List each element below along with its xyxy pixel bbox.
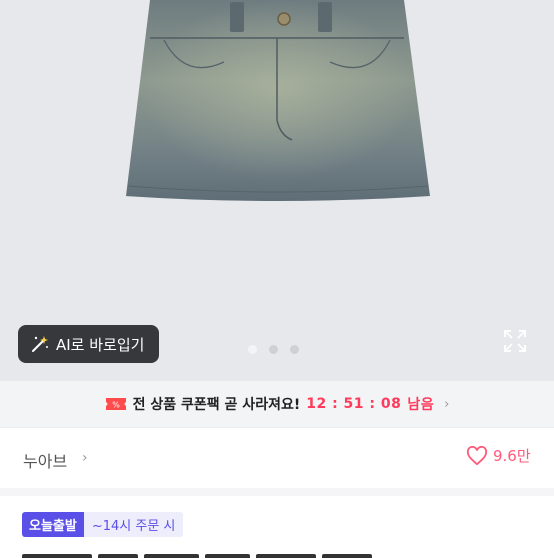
product-title-cutoff (22, 548, 422, 558)
section-divider (0, 488, 554, 496)
product-image[interactable]: AI로 바로입기 (0, 0, 554, 381)
coupon-timer: 12 : 51 : 08 (306, 396, 402, 412)
chevron-right-icon: › (444, 396, 450, 412)
image-pagination (248, 345, 299, 354)
chevron-right-icon: › (82, 450, 88, 466)
shop-row: 누아브 › 9.6만 (0, 428, 554, 488)
today-ship-badge: 오늘출발 (22, 512, 84, 537)
denim-skirt-image (126, 0, 430, 201)
magic-wand-icon (32, 336, 48, 352)
like-button[interactable]: 9.6만 (466, 445, 531, 466)
shipping-tags: 오늘출발 ~14시 주문 시 (22, 512, 184, 537)
pagination-dot-1[interactable] (248, 345, 257, 354)
coupon-icon: % (105, 398, 126, 410)
svg-text:%: % (112, 401, 120, 410)
pagination-dot-3[interactable] (290, 345, 299, 354)
ai-try-on-button[interactable]: AI로 바로입기 (18, 325, 159, 363)
like-count: 9.6만 (493, 447, 531, 465)
shop-name-link[interactable]: 누아브 (23, 448, 67, 472)
coupon-message: 전 상품 쿠폰팩 곧 사라져요! (132, 397, 301, 413)
order-cutoff-badge: ~14시 주문 시 (83, 512, 184, 537)
pagination-dot-2[interactable] (269, 345, 278, 354)
coupon-banner[interactable]: % 전 상품 쿠폰팩 곧 사라져요! 12 : 51 : 08 남음 › (0, 381, 554, 427)
expand-icon[interactable] (503, 329, 527, 353)
heart-icon (466, 445, 488, 465)
ai-try-on-label: AI로 바로입기 (56, 335, 145, 354)
coupon-timer-suffix: 남음 (407, 397, 435, 413)
